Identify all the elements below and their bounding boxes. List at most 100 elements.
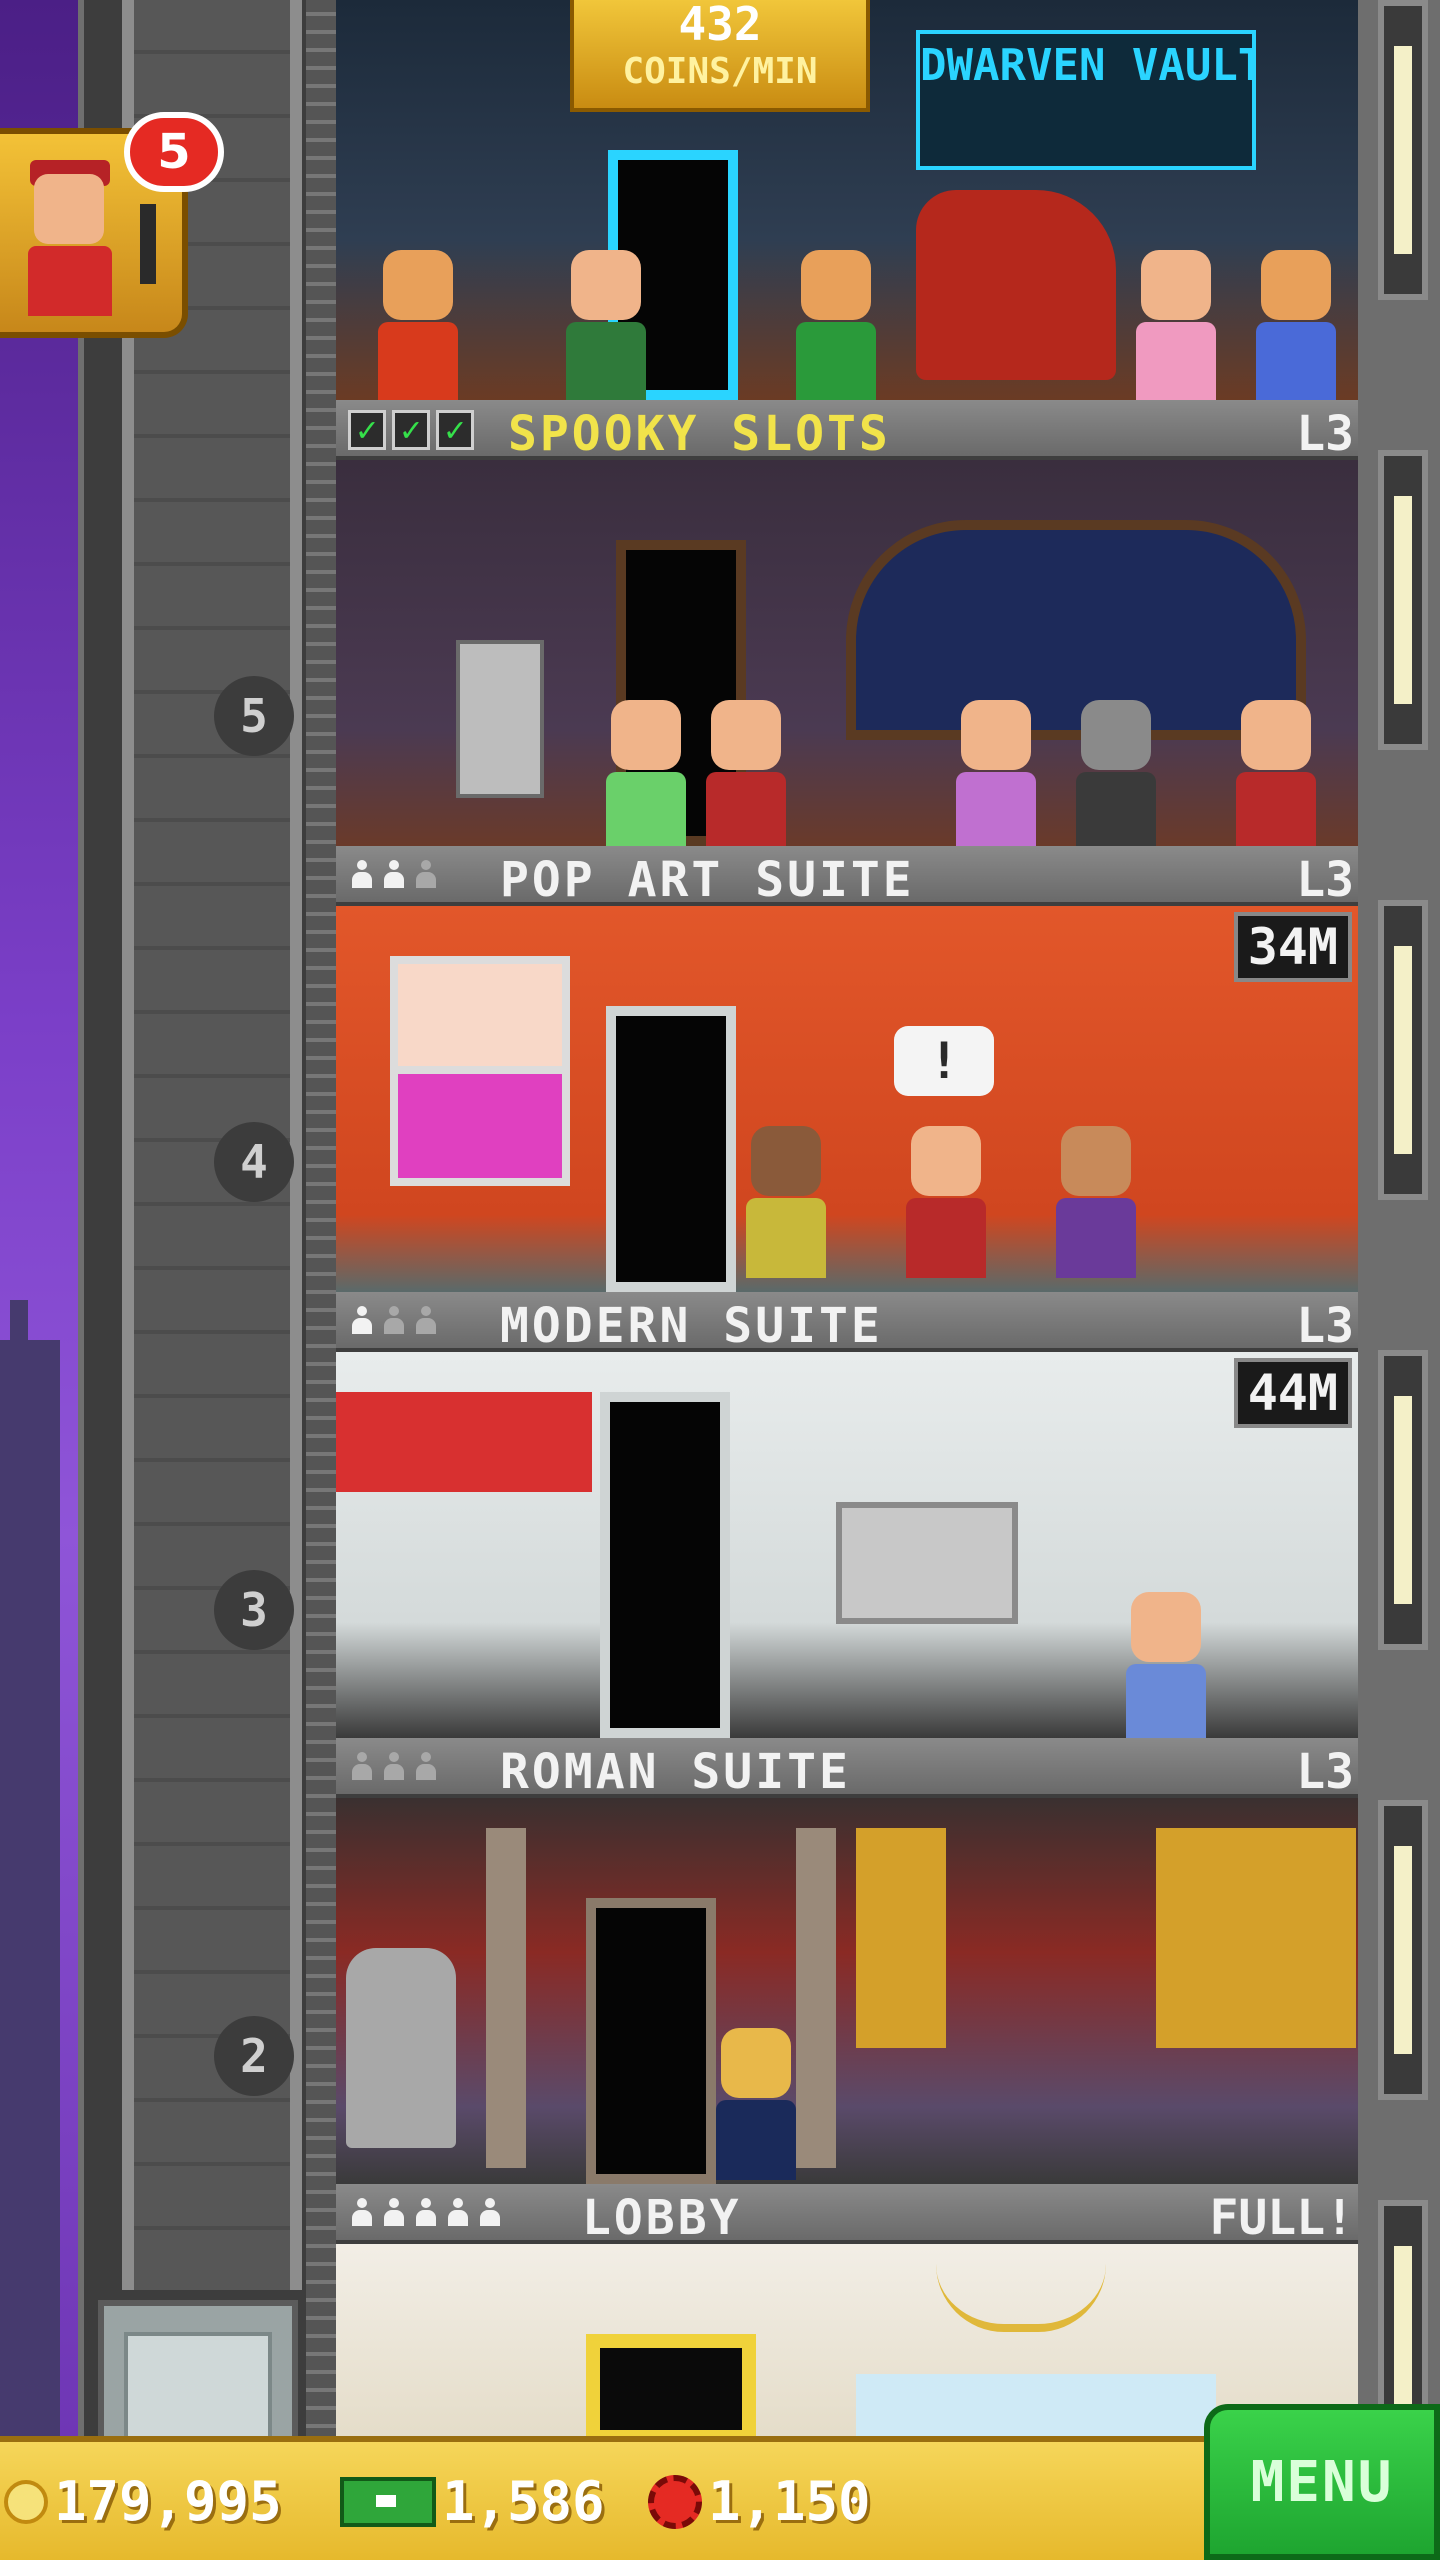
elevator-shaft[interactable]: 5 4 3 2 bbox=[78, 0, 328, 2460]
floor-modern-suite[interactable]: MODERN SUITE L3 44M bbox=[336, 1292, 1358, 1738]
guest-dwarf bbox=[796, 250, 876, 400]
roman-statue bbox=[346, 1948, 456, 2148]
gold-curtain bbox=[1156, 1828, 1356, 2048]
guest-bitizen bbox=[956, 700, 1036, 846]
person-icon bbox=[414, 1752, 438, 1784]
vault-sign-text: DWARVEN VAULT bbox=[920, 40, 1256, 91]
room-spooky-slots bbox=[336, 460, 1358, 846]
room-door bbox=[600, 1392, 730, 1738]
person-icon bbox=[446, 2198, 470, 2230]
floor-number-2: 2 bbox=[214, 2016, 294, 2096]
gold-curtain bbox=[856, 1828, 946, 2048]
floor-name: SPOOKY SLOTS bbox=[508, 406, 891, 462]
vault-neon-sign: DWARVEN VAULT bbox=[916, 30, 1256, 170]
floor-pop-art-suite[interactable]: POP ART SUITE L3 34M ! bbox=[336, 846, 1358, 1292]
red-wall-panel bbox=[336, 1392, 592, 1492]
person-icon bbox=[382, 1752, 406, 1784]
guest-bitizen bbox=[1136, 250, 1216, 400]
room-pop-art-suite: 34M ! bbox=[336, 906, 1358, 1292]
bux-icon bbox=[340, 2476, 436, 2527]
floor-number-3: 3 bbox=[214, 1570, 294, 1650]
check-icon: ✓ bbox=[348, 410, 386, 450]
alert-icon bbox=[140, 204, 156, 284]
guest-bitizen bbox=[1126, 1592, 1206, 1738]
floor-level: L3 bbox=[1296, 852, 1354, 908]
occupancy-icons bbox=[350, 860, 438, 892]
guest-bitizen bbox=[606, 700, 686, 846]
person-icon bbox=[478, 2198, 502, 2230]
floor-name: MODERN SUITE bbox=[500, 1298, 883, 1354]
room-lobby bbox=[336, 2244, 1358, 2444]
casino-chip-icon bbox=[648, 2474, 702, 2529]
window bbox=[1378, 450, 1428, 750]
person-icon bbox=[414, 1306, 438, 1338]
occupancy-icons bbox=[350, 1752, 438, 1784]
speech-bubble-icon[interactable]: ! bbox=[894, 1026, 994, 1096]
floor-label: ROMAN SUITE L3 bbox=[336, 1738, 1358, 1800]
guest-pirate bbox=[706, 700, 786, 846]
elevator-rail-left bbox=[122, 0, 134, 2290]
person-icon bbox=[382, 860, 406, 892]
floor-roman-suite[interactable]: ROMAN SUITE L3 bbox=[336, 1738, 1358, 2184]
room-door bbox=[606, 1006, 736, 1292]
roman-column bbox=[796, 1828, 836, 2168]
guest-pirate bbox=[906, 1126, 986, 1278]
income-amount: 432 bbox=[678, 0, 762, 51]
stock-checks: ✓ ✓ ✓ bbox=[348, 410, 474, 450]
coins-value: 179,995 bbox=[54, 2470, 282, 2533]
occupancy-icons bbox=[350, 2198, 502, 2230]
person-icon bbox=[350, 2198, 374, 2230]
notification-badge[interactable]: 5 bbox=[124, 112, 224, 192]
floor-label: ✓ ✓ ✓ SPOOKY SLOTS L3 bbox=[336, 400, 1358, 462]
floor-label: MODERN SUITE L3 bbox=[336, 1292, 1358, 1354]
person-icon bbox=[382, 2198, 406, 2230]
income-sign: 432 COINS/MIN bbox=[570, 0, 870, 112]
window bbox=[1378, 1800, 1428, 2100]
window bbox=[1378, 900, 1428, 1200]
tower-edge bbox=[306, 0, 336, 2460]
city-skyline bbox=[0, 1300, 60, 2540]
elevator-rail-right bbox=[290, 0, 302, 2290]
floor-name: POP ART SUITE bbox=[500, 852, 915, 908]
room-modern-suite: 44M bbox=[336, 1352, 1358, 1738]
pop-art-painting bbox=[390, 1066, 570, 1186]
lobby-window bbox=[856, 2374, 1216, 2444]
floor-spooky-slots[interactable]: ✓ ✓ ✓ SPOOKY SLOTS L3 bbox=[336, 400, 1358, 846]
bux-value: 1,586 bbox=[442, 2470, 605, 2533]
room-roman-suite bbox=[336, 1798, 1358, 2184]
guest-dwarf bbox=[1256, 250, 1336, 400]
window bbox=[1378, 0, 1428, 300]
bellhop-coat-icon bbox=[28, 246, 112, 316]
dragon-statue bbox=[916, 190, 1116, 380]
coin-icon bbox=[4, 2479, 48, 2524]
person-icon bbox=[350, 1306, 374, 1338]
guest-bitizen bbox=[1056, 1126, 1136, 1278]
floor-label: POP ART SUITE L3 bbox=[336, 846, 1358, 908]
person-icon bbox=[414, 2198, 438, 2230]
check-icon: ✓ bbox=[392, 410, 430, 450]
guest-bitizen bbox=[716, 2028, 796, 2180]
guest-bitizen bbox=[746, 1126, 826, 1278]
floor-name: LOBBY bbox=[582, 2190, 742, 2246]
person-icon bbox=[350, 1752, 374, 1784]
chandelier bbox=[936, 2264, 1106, 2332]
floor-lobby[interactable]: LOBBY FULL! bbox=[336, 2184, 1358, 2444]
check-icon: ✓ bbox=[436, 410, 474, 450]
person-icon bbox=[414, 860, 438, 892]
person-icon bbox=[350, 860, 374, 892]
floor-label: LOBBY FULL! bbox=[336, 2184, 1358, 2246]
floor-level: L3 bbox=[1296, 1744, 1354, 1800]
chips-value: 1,150 bbox=[708, 2470, 871, 2533]
chips-counter: 1,150 bbox=[648, 2470, 871, 2533]
money-badge[interactable]: 34M bbox=[1233, 912, 1352, 982]
person-icon bbox=[382, 1306, 406, 1338]
money-badge[interactable]: 44M bbox=[1233, 1358, 1352, 1428]
guest-bitizen bbox=[566, 250, 646, 400]
lobby-door-frame bbox=[586, 2334, 756, 2444]
menu-button[interactable]: MENU bbox=[1204, 2404, 1440, 2560]
income-unit: COINS/MIN bbox=[622, 51, 818, 92]
floor-name: ROMAN SUITE bbox=[500, 1744, 851, 1800]
roman-column bbox=[486, 1828, 526, 2168]
bux-counter[interactable]: 1,586 bbox=[340, 2470, 605, 2533]
guest-zombie bbox=[1076, 700, 1156, 846]
